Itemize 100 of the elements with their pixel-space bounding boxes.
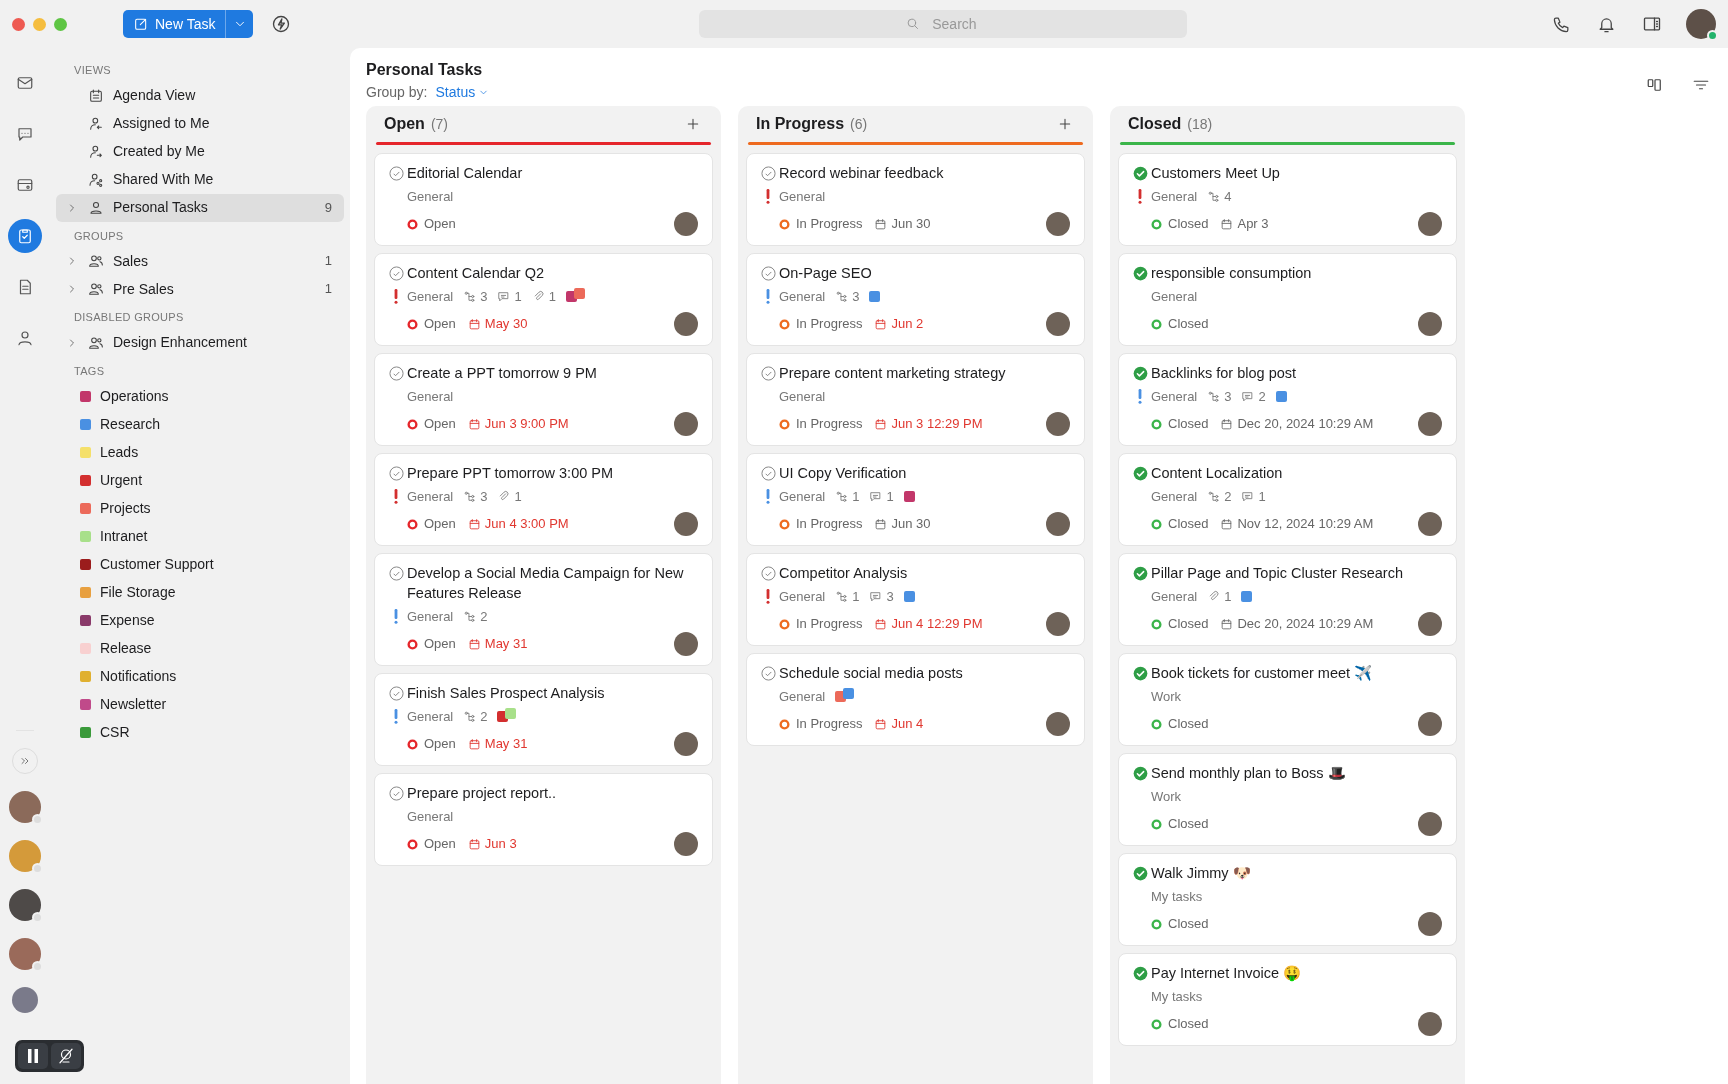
tag-item[interactable]: Operations (56, 382, 344, 410)
assignee-avatar[interactable] (1046, 212, 1070, 236)
task-card[interactable]: Book tickets for customer meet ✈ Work Closed (1118, 653, 1457, 746)
task-card[interactable]: Competitor Analysis General 1 3 In Progress Jun 4 12:29 PM (746, 553, 1085, 646)
tasks-nav-button[interactable] (8, 219, 42, 253)
assignee-avatar[interactable] (1418, 712, 1442, 736)
check-circle-icon[interactable] (760, 465, 776, 481)
assignee-avatar[interactable] (1418, 512, 1442, 536)
check-circle-icon[interactable] (388, 685, 404, 701)
assignee-avatar[interactable] (1046, 512, 1070, 536)
task-card[interactable]: Backlinks for blog post General 3 2 Closed Dec 20, 2024 10:29 AM (1118, 353, 1457, 446)
tag-item[interactable]: File Storage (56, 578, 344, 606)
task-card[interactable]: On-Page SEO General 3 In Progress Jun 2 (746, 253, 1085, 346)
search-field[interactable]: Search (699, 10, 1188, 38)
dropdown-button[interactable] (225, 10, 254, 38)
assignee-avatar[interactable] (1046, 712, 1070, 736)
check-circle-icon[interactable] (388, 785, 404, 801)
contact-avatar[interactable] (9, 889, 41, 921)
check-circle-icon[interactable] (760, 665, 776, 681)
check-circle-icon[interactable] (760, 265, 776, 281)
group-avatar[interactable] (12, 987, 38, 1013)
check-circle-icon[interactable] (1132, 165, 1148, 181)
close-window-button[interactable] (12, 17, 25, 31)
task-card[interactable]: Finish Sales Prospect Analysis General 2 Open May 31 (374, 673, 713, 766)
tag-item[interactable]: Customer Support (56, 550, 344, 578)
task-card[interactable]: Content Calendar Q2 General 3 1 1 Open May 30 (374, 253, 713, 346)
tag-item[interactable]: Newsletter (56, 690, 344, 718)
camera-off-button[interactable] (51, 1043, 81, 1069)
check-circle-icon[interactable] (1132, 465, 1148, 481)
sidebar-item[interactable]: Created by Me (56, 137, 344, 166)
tag-item[interactable]: Expense (56, 606, 344, 634)
assignee-avatar[interactable] (674, 212, 698, 236)
check-circle-icon[interactable] (1132, 265, 1148, 281)
check-circle-icon[interactable] (1132, 565, 1148, 581)
task-card[interactable]: Send monthly plan to Boss 🎩 Work Closed (1118, 753, 1457, 846)
check-circle-icon[interactable] (1132, 765, 1148, 781)
task-card[interactable]: Editorial Calendar General Open (374, 153, 713, 246)
assignee-avatar[interactable] (1418, 412, 1442, 436)
check-circle-icon[interactable] (388, 365, 404, 381)
new-task-button[interactable]: New Task (123, 10, 226, 38)
user-avatar[interactable] (1686, 9, 1716, 39)
task-card[interactable]: Record webinar feedback General In Progress Jun 30 (746, 153, 1085, 246)
check-circle-icon[interactable] (1132, 965, 1148, 981)
pause-button[interactable] (18, 1043, 48, 1069)
contact-avatar[interactable] (9, 791, 41, 823)
tag-item[interactable]: Projects (56, 494, 344, 522)
sidebar-item[interactable]: Sales 1 (56, 247, 344, 275)
assignee-avatar[interactable] (674, 632, 698, 656)
task-card[interactable]: Customers Meet Up General 4 Closed Apr 3 (1118, 153, 1457, 246)
sidebar-item[interactable]: Design Enhancement (56, 328, 344, 357)
assignee-avatar[interactable] (674, 512, 698, 536)
tag-item[interactable]: CSR (56, 718, 344, 746)
check-circle-icon[interactable] (388, 265, 404, 281)
assignee-avatar[interactable] (1418, 212, 1442, 236)
check-circle-icon[interactable] (388, 165, 404, 181)
task-card[interactable]: Develop a Social Media Campaign for New Features Release General 2 Open May 31 (374, 553, 713, 666)
tag-item[interactable]: Intranet (56, 522, 344, 550)
assignee-avatar[interactable] (1418, 912, 1442, 936)
check-circle-icon[interactable] (1132, 665, 1148, 681)
assignee-avatar[interactable] (1418, 312, 1442, 336)
check-circle-icon[interactable] (1132, 865, 1148, 881)
check-circle-icon[interactable] (760, 165, 776, 181)
assignee-avatar[interactable] (674, 312, 698, 336)
task-card[interactable]: responsible consumption General Closed (1118, 253, 1457, 346)
assignee-avatar[interactable] (1046, 412, 1070, 436)
tag-item[interactable]: Leads (56, 438, 344, 466)
sidebar-item[interactable]: Pre Sales 1 (56, 275, 344, 303)
sidebar-item[interactable]: Assigned to Me (56, 109, 344, 138)
task-card[interactable]: Content Localization General 2 1 Closed Nov 12, 2024 10:29 AM (1118, 453, 1457, 546)
assignee-avatar[interactable] (674, 412, 698, 436)
assignee-avatar[interactable] (1046, 312, 1070, 336)
assignee-avatar[interactable] (1046, 612, 1070, 636)
task-card[interactable]: Create a PPT tomorrow 9 PM General Open Jun 3 9:00 PM (374, 353, 713, 446)
check-circle-icon[interactable] (760, 365, 776, 381)
task-card[interactable]: Prepare project report.. General Open Jun 3 (374, 773, 713, 866)
task-card[interactable]: Prepare PPT tomorrow 3:00 PM General 3 1 Open Jun 4 3:00 PM (374, 453, 713, 546)
tag-item[interactable]: Urgent (56, 466, 344, 494)
assignee-avatar[interactable] (1418, 812, 1442, 836)
tag-item[interactable]: Notifications (56, 662, 344, 690)
check-circle-icon[interactable] (388, 465, 404, 481)
task-card[interactable]: UI Copy Verification General 1 1 In Progress Jun 30 (746, 453, 1085, 546)
sidebar-item[interactable]: Personal Tasks 9 (56, 193, 344, 222)
assignee-avatar[interactable] (674, 832, 698, 856)
assignee-avatar[interactable] (674, 732, 698, 756)
assignee-avatar[interactable] (1418, 1012, 1442, 1036)
contact-avatar[interactable] (9, 938, 41, 970)
check-circle-icon[interactable] (760, 565, 776, 581)
task-card[interactable]: Prepare content marketing strategy General In Progress Jun 3 12:29 PM (746, 353, 1085, 446)
tag-item[interactable]: Release (56, 634, 344, 662)
sidebar-item[interactable]: Shared With Me (56, 165, 344, 194)
check-circle-icon[interactable] (388, 565, 404, 581)
group-by-dropdown[interactable]: Status (435, 82, 490, 103)
tag-item[interactable]: Research (56, 410, 344, 438)
task-card[interactable]: Pillar Page and Topic Cluster Research General 1 Closed Dec 20, 2024 10:29 AM (1118, 553, 1457, 646)
task-card[interactable]: Pay Internet Invoice 🤑 My tasks Closed (1118, 953, 1457, 1046)
task-card[interactable]: Walk Jimmy 🐶 My tasks Closed (1118, 853, 1457, 946)
task-card[interactable]: Schedule social media posts General In Progress Jun 4 (746, 653, 1085, 746)
sidebar-item[interactable]: Agenda View (56, 81, 344, 110)
assignee-avatar[interactable] (1418, 612, 1442, 636)
check-circle-icon[interactable] (1132, 365, 1148, 381)
